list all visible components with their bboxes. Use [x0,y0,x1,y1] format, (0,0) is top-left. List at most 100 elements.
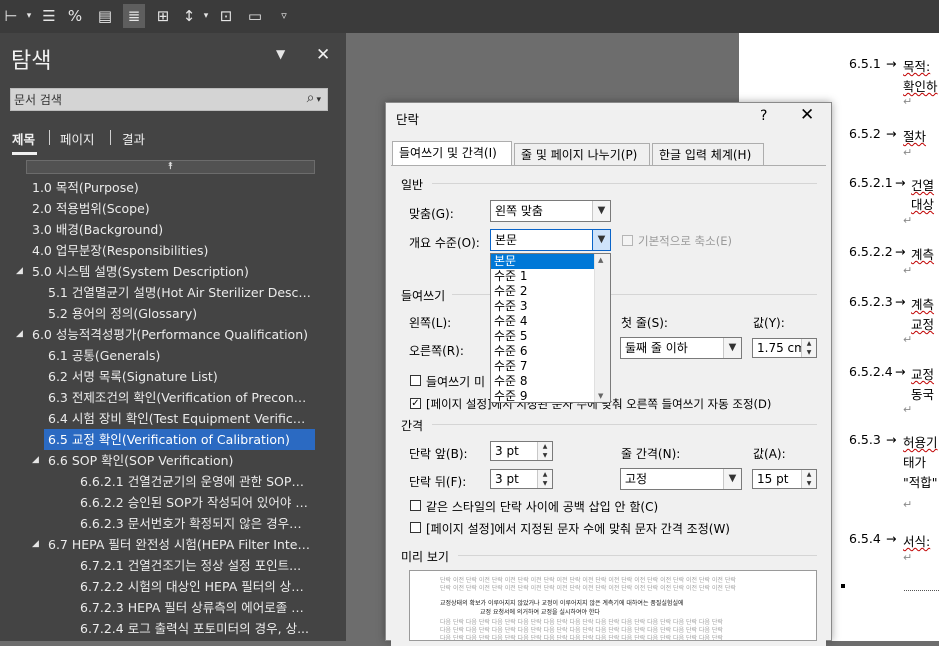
table-anchor [841,584,845,588]
dont-add-space-checkbox[interactable] [410,500,421,511]
expand-toggle-icon[interactable]: ◢ [16,324,23,345]
spin-down-icon[interactable]: ▼ [537,479,552,488]
spin-up-icon[interactable]: ▲ [801,339,816,348]
collapsed-by-default-checkbox[interactable] [622,235,633,246]
dropdown-option[interactable]: 수준 6 [491,344,595,359]
dropdown-option[interactable]: 수준 8 [491,374,595,389]
paragraph-mark-icon: ↵ [903,264,913,277]
insert-line-icon[interactable]: ⊢ [0,4,22,28]
spin-down-icon[interactable]: ▼ [801,348,816,357]
dropdown-option[interactable]: 수준 7 [491,359,595,374]
tab-results[interactable]: 결과 [122,129,145,148]
spin-down-icon[interactable]: ▼ [801,479,816,488]
tree-item[interactable]: 6.7.2.3 HEPA 필터 상류측의 에어로졸 검... [80,597,312,618]
borders-icon[interactable]: ⊡ [215,4,237,28]
expand-toggle-icon[interactable]: ◢ [16,261,23,282]
alignment-select[interactable]: 왼쪽 맞춤 ▼ [490,200,611,222]
expand-toggle-icon[interactable]: ◢ [32,450,39,471]
mirror-indents-checkbox[interactable] [410,375,421,386]
space-after-spinner[interactable]: 3 pt ▲ ▼ [490,469,553,489]
auto-adjust-right-indent-checkbox[interactable]: ✓ [410,398,421,409]
space-before-label: 단락 앞(B): [409,447,468,461]
tree-item[interactable]: 6.7.2.1 건열건조기는 정상 설정 포인트... [80,555,312,576]
tree-item[interactable]: 6.0 성능적격성평가(Performance Qualification) [32,324,312,345]
scroll-down-icon[interactable]: ▼ [598,392,603,400]
spin-up-icon[interactable]: ▲ [537,470,552,479]
dropdown-option[interactable]: 수준 1 [491,269,595,284]
spin-up-icon[interactable]: ▲ [537,442,552,451]
tab-asian-typography[interactable]: 한글 입력 체계(H) [652,143,764,165]
indent-by-spinner[interactable]: 1.75 cm ▲ ▼ [752,338,817,358]
insert-line-dropdown-icon[interactable]: ▾ [22,4,36,28]
heading-number: 6.5.1 [849,56,881,71]
tree-item[interactable]: 4.0 업무분장(Responsibilities) [32,240,312,261]
paragraph-text: 계측 [911,247,935,262]
tree-item[interactable]: 6.1 공통(Generals) [48,345,312,366]
tab-headings[interactable]: 제목 [12,129,35,148]
tab-arrow: → [886,126,897,141]
tree-item[interactable]: 6.6.2.1 건열건균기의 운영에 관한 SOP가... [80,471,312,492]
tree-item[interactable]: 6.7.2.4 로그 출력식 포토미터의 경우, 상... [80,618,312,639]
table-icon[interactable]: ▤ [94,4,116,28]
line-spacing-dropdown-icon[interactable]: ▾ [200,4,212,28]
outline-level-select[interactable]: 본문 ▼ [490,229,611,251]
tree-item[interactable]: 5.2 용어의 정의(Glossary) [48,303,312,324]
tree-item[interactable]: 6.7.2.2 시험의 대상인 HEPA 필터의 상류... [80,576,312,597]
tab-indents-spacing[interactable]: 들여쓰기 및 간격(I) [392,141,512,166]
tab-pages[interactable]: 페이지 [60,129,95,148]
snap-to-grid-checkbox[interactable] [410,522,421,533]
indent-left-label: 왼쪽(L): [409,316,452,330]
numbered-list-icon[interactable]: ☰ [38,4,60,28]
help-icon[interactable]: ? [760,108,767,124]
tree-item[interactable]: 1.0 목적(Purpose) [32,177,312,198]
paragraph-text: 서식: [903,534,931,549]
tree-item[interactable]: 6.3 전제조건의 확인(Verification of Preconditio… [48,387,312,408]
spin-up-icon[interactable]: ▲ [801,470,816,479]
line-spacing-select[interactable]: 고정 ▼ [620,468,742,490]
tree-item[interactable]: 2.0 적용범위(Scope) [32,198,312,219]
dropdown-option[interactable]: 수준 2 [491,284,595,299]
more-icon[interactable]: ▿ [273,4,295,28]
dropdown-option[interactable]: 수준 3 [491,299,595,314]
field-icon[interactable]: ▭ [244,4,266,28]
expand-toggle-icon[interactable]: ◢ [32,534,39,555]
tree-item[interactable]: 5.1 건열멸균기 설명(Hot Air Sterilizer Descript… [48,282,312,303]
percent-style-icon[interactable]: % [64,4,86,28]
scroll-up-icon[interactable]: ▲ [598,256,603,264]
outline-level-dropdown[interactable]: 본문 수준 1 수준 2 수준 3 수준 4 수준 5 수준 6 수준 7 수준… [490,253,611,403]
tree-item[interactable]: 6.7 HEPA 필터 완전성 시험(HEPA Filter Integrit.… [48,534,312,555]
tree-item[interactable]: 6.6 SOP 확인(SOP Verification) [48,450,312,471]
first-line-select[interactable]: 둘째 줄 이하 ▼ [620,337,742,359]
tree-item[interactable]: 6.2 서명 목록(Signature List) [48,366,312,387]
dialog-title: 단락 [396,112,420,127]
grid-icon[interactable]: ⊞ [152,4,174,28]
dropdown-scrollbar[interactable]: ▲ ▼ [594,254,610,402]
tab-separator [110,130,111,145]
line-spacing-icon[interactable]: ↕ [178,4,200,28]
mirror-indents-label: 들여쓰기 미 [426,375,486,389]
spin-down-icon[interactable]: ▼ [537,451,552,460]
close-icon[interactable]: ✕ [316,45,330,65]
dropdown-option[interactable]: 수준 4 [491,314,595,329]
search-dropdown-icon[interactable]: ▾ [316,95,321,105]
search-input[interactable] [14,91,284,108]
close-icon[interactable]: ✕ [800,105,814,125]
tree-item[interactable]: 5.0 시스템 설명(System Description) [32,261,312,282]
paragraph-mark-icon: ↵ [903,403,913,416]
tree-item-selected[interactable]: 6.5 교정 확인(Verification of Calibration) [44,429,315,450]
dropdown-option[interactable]: 수준 9 [491,389,595,402]
space-before-spinner[interactable]: 3 pt ▲ ▼ [490,441,553,461]
tree-item[interactable]: 6.6.2.3 문서번호가 확정되지 않은 경우에... [80,513,312,534]
dropdown-option[interactable]: 본문 [491,254,595,269]
tree-item[interactable]: 6.6.2.2 승인된 SOP가 작성되어 있어야 한... [80,492,312,513]
paragraph-mark-icon: ↵ [903,95,913,108]
bullet-list-icon[interactable]: ≣ [123,4,145,28]
collapse-all-button[interactable]: ⯭ [26,160,315,174]
search-icon[interactable]: ⌕ ▾ [307,90,321,106]
tree-item[interactable]: 3.0 배경(Background) [32,219,312,240]
tab-line-page-breaks[interactable]: 줄 및 페이지 나누기(P) [514,143,650,165]
line-spacing-at-spinner[interactable]: 15 pt ▲ ▼ [752,469,817,489]
dropdown-option[interactable]: 수준 5 [491,329,595,344]
nav-options-icon[interactable]: ▼ [276,47,285,61]
tree-item[interactable]: 6.4 시험 장비 확인(Test Equipment Verification… [48,408,312,429]
